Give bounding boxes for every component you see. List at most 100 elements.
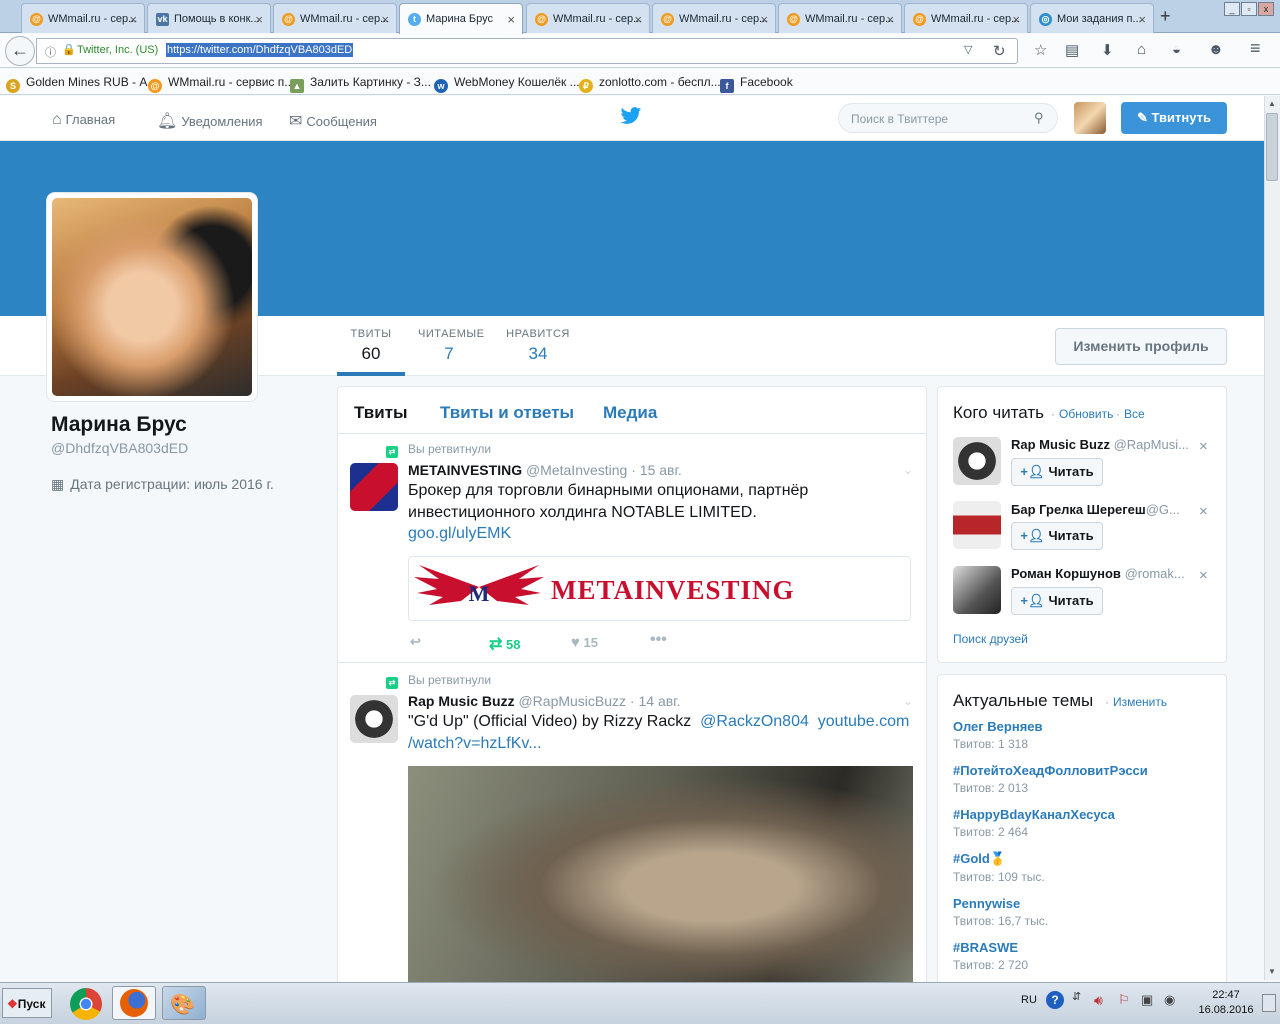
star-icon[interactable]: ☆ (1034, 41, 1047, 59)
tweet-date[interactable]: 15 авг. (640, 462, 682, 478)
profile-handle[interactable]: @DhdfzqVBA803dED (51, 440, 188, 456)
site-identity[interactable]: Twitter, Inc. (US) (77, 44, 158, 56)
link-card[interactable]: M METAINVESTING (408, 556, 911, 621)
trend-item[interactable]: #Gold🥇 (953, 851, 1006, 867)
scroll-down-icon[interactable]: ▼ (1266, 965, 1278, 979)
browser-tab[interactable]: @ WMmail.ru - сер... × (526, 3, 650, 33)
bookmark-item[interactable]: ▲ Залить Картинку - З... (290, 75, 431, 93)
tab-tweets-replies[interactable]: Твиты и ответы (440, 403, 574, 423)
suggested-avatar[interactable] (953, 437, 1001, 485)
clock-date[interactable]: 16.08.2016 (1196, 1004, 1256, 1016)
browser-tab-active[interactable]: t Марина Брус × (399, 3, 523, 34)
avatar[interactable] (1074, 102, 1106, 134)
suggested-avatar[interactable] (953, 566, 1001, 614)
volume-icon[interactable]: 🔊︎ (1094, 992, 1103, 1009)
search-icon[interactable]: ⚲ (1034, 110, 1044, 126)
start-button[interactable]: ❖Пуск (2, 988, 52, 1018)
tweet-link[interactable]: youtube.com (818, 713, 910, 730)
bookmark-item[interactable]: w WebMoney Кошелёк ... (434, 75, 580, 93)
close-tab-icon[interactable]: × (760, 12, 768, 27)
home-icon[interactable]: ⌂ (1137, 41, 1146, 58)
retweet-button[interactable]: ⇄ 58 (489, 634, 521, 654)
nav-messages[interactable]: ✉ Сообщения (289, 111, 377, 131)
chat-icon[interactable]: ☻ (1208, 41, 1224, 58)
tweet-author[interactable]: Rap Music Buzz (408, 693, 515, 709)
browser-tab[interactable]: @ WMmail.ru - сер... × (273, 3, 397, 33)
close-tab-icon[interactable]: × (129, 12, 137, 27)
dismiss-icon[interactable]: × (1199, 567, 1208, 584)
chrome-taskbar-icon[interactable] (70, 988, 102, 1020)
close-tab-icon[interactable]: × (507, 12, 515, 27)
page-scrollbar[interactable] (1264, 96, 1280, 980)
twitter-bird-icon[interactable] (620, 106, 642, 129)
tab-media[interactable]: Медиа (603, 403, 657, 423)
bookmark-item[interactable]: S Golden Mines RUB - А... (6, 75, 157, 93)
like-button[interactable]: ♥ 15 (571, 634, 598, 651)
url-text[interactable]: https://twitter.com/DhdfzqVBA803dED (166, 43, 354, 57)
browser-tab[interactable]: @ WMmail.ru - сер... × (778, 3, 902, 33)
all-link[interactable]: Все (1124, 407, 1145, 421)
scrollbar-thumb[interactable] (1266, 113, 1278, 181)
tweet-handle[interactable]: @RapMusicBuzz (518, 693, 626, 709)
follow-button[interactable]: +👤︎ Читать (1011, 587, 1103, 615)
search-input[interactable]: Поиск в Твиттере (838, 103, 1058, 133)
dropdown-arrow-icon[interactable]: ▽ (964, 43, 972, 56)
tweet-button[interactable]: ✎ Твитнуть (1121, 102, 1227, 134)
tweet-author-avatar[interactable] (350, 463, 398, 511)
edit-profile-button[interactable]: Изменить профиль (1055, 328, 1227, 365)
change-trends-link[interactable]: Изменить (1113, 695, 1167, 709)
suggested-avatar[interactable] (953, 501, 1001, 549)
tweet-link-continued[interactable]: /watch?v=hzLfKv... (408, 733, 542, 755)
minimize-icon[interactable]: _ (1224, 2, 1240, 16)
info-icon[interactable]: ⓘ (45, 44, 56, 60)
new-tab-icon[interactable]: + (1160, 6, 1171, 27)
video-thumbnail[interactable] (408, 766, 913, 986)
tweet-date[interactable]: 14 авг. (639, 693, 681, 709)
download-icon[interactable]: ⬇ (1101, 41, 1114, 59)
trend-item[interactable]: Олег Верняев (953, 719, 1043, 734)
close-tab-icon[interactable]: × (1138, 12, 1146, 27)
tray-options-icon[interactable]: ⇵ (1072, 990, 1081, 1003)
close-tab-icon[interactable]: × (381, 12, 389, 27)
follow-button[interactable]: +👤︎ Читать (1011, 522, 1103, 550)
reload-icon[interactable]: ↻ (993, 42, 1006, 60)
tweet-author-avatar[interactable] (350, 695, 398, 743)
trend-item[interactable]: #BRASWE (953, 940, 1018, 955)
network-error-icon[interactable]: ⚐ (1118, 992, 1130, 1008)
reading-list-icon[interactable]: ▤ (1065, 41, 1079, 59)
trend-item[interactable]: Pennywise (953, 896, 1020, 911)
menu-icon[interactable]: ≡ (1250, 38, 1261, 59)
follow-button[interactable]: +👤︎ Читать (1011, 458, 1103, 486)
bookmark-item[interactable]: f Facebook (720, 75, 793, 93)
tweet-link[interactable]: goo.gl/ulyEMK (408, 523, 511, 545)
close-window-icon[interactable]: x (1258, 2, 1274, 16)
maximize-icon[interactable]: ▫ (1241, 2, 1257, 16)
stat-tweets[interactable]: ТВИТЫ 60 (348, 328, 394, 364)
tweet-mention[interactable]: @RackzOn804 (700, 713, 809, 730)
bookmark-item[interactable]: @ WMmail.ru - сервис п... (148, 75, 294, 93)
browser-tab[interactable]: vk Помощь в конк... × (147, 3, 271, 33)
browser-tab[interactable]: @ WMmail.ru - сер... × (904, 3, 1028, 33)
signal-icon[interactable]: ◉ (1164, 992, 1175, 1008)
refresh-link[interactable]: Обновить (1059, 407, 1113, 421)
find-friends-link[interactable]: Поиск друзей (953, 632, 1028, 646)
nav-home[interactable]: ⌂ Главная (52, 111, 115, 129)
browser-tab[interactable]: @ WMmail.ru - сер... × (652, 3, 776, 33)
stat-following[interactable]: ЧИТАЕМЫЕ 7 (418, 328, 484, 364)
tweet-handle[interactable]: @MetaInvesting (526, 462, 627, 478)
clock-time[interactable]: 22:47 (1196, 989, 1256, 1001)
close-tab-icon[interactable]: × (1012, 12, 1020, 27)
tab-tweets[interactable]: Твиты (354, 403, 407, 423)
close-tab-icon[interactable]: × (886, 12, 894, 27)
close-tab-icon[interactable]: × (255, 12, 263, 27)
stat-likes[interactable]: НРАВИТСЯ 34 (506, 328, 570, 364)
browser-tab[interactable]: @ WMmail.ru - сер... × (21, 3, 145, 33)
help-icon[interactable]: ? (1046, 991, 1064, 1009)
profile-name[interactable]: Марина Брус (51, 413, 187, 437)
reply-icon[interactable]: ↩ (410, 634, 421, 650)
dismiss-icon[interactable]: × (1199, 438, 1208, 455)
trend-item[interactable]: #ПотейтоХеадФолловитРэсси (953, 763, 1148, 778)
browser-tab[interactable]: ◎ Мои задания п... × (1030, 3, 1154, 33)
display-icon[interactable]: ▣ (1141, 992, 1153, 1008)
show-desktop-button[interactable] (1262, 994, 1276, 1012)
